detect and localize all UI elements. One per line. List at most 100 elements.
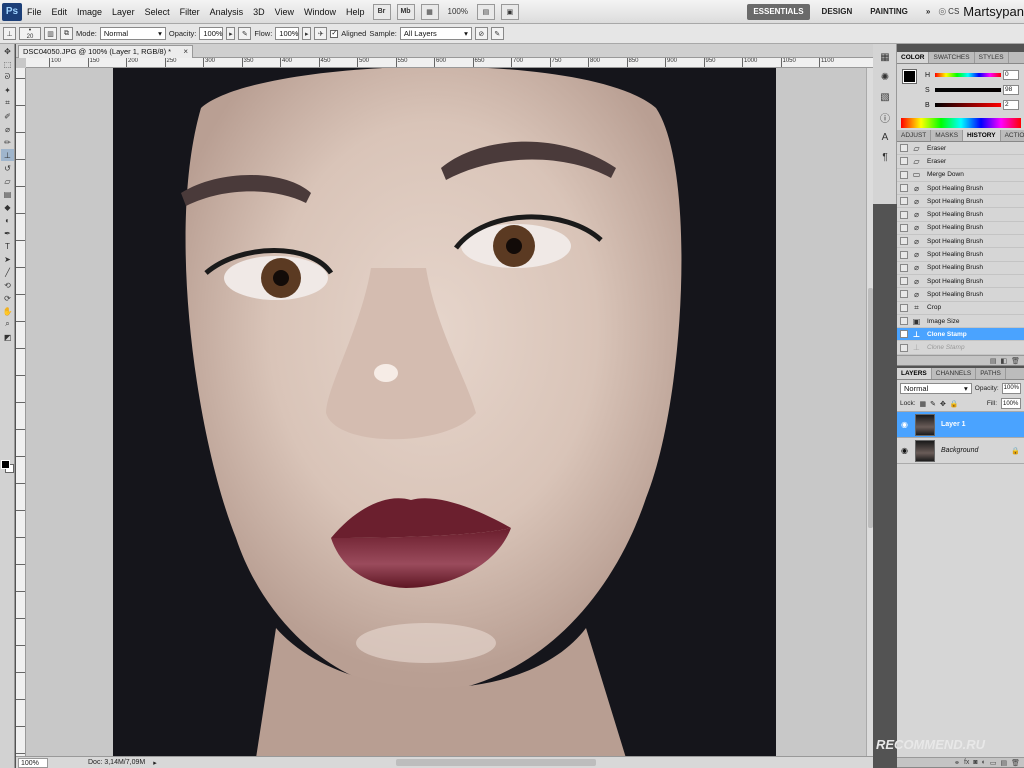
view-extras-button[interactable]: ▦: [420, 3, 439, 20]
foreground-color-swatch[interactable]: [1, 460, 10, 469]
menu-edit[interactable]: Edit: [47, 0, 73, 24]
link-layers-icon[interactable]: ⚭: [954, 759, 960, 767]
tool-history-brush[interactable]: ↺: [1, 162, 14, 174]
tool-eraser[interactable]: ▱: [1, 175, 14, 187]
history-source-checkbox[interactable]: [900, 144, 908, 153]
menu-select[interactable]: Select: [140, 0, 175, 24]
tab-color[interactable]: COLOR: [897, 52, 930, 63]
history-item-undone[interactable]: ⊥ Clone Stamp: [897, 341, 1024, 355]
history-item[interactable]: ⌀ Spot Healing Brush: [897, 275, 1024, 289]
menu-3d[interactable]: 3D: [248, 0, 270, 24]
tab-adjustments[interactable]: ADJUST: [897, 130, 932, 141]
menu-view[interactable]: View: [270, 0, 299, 24]
tool-type[interactable]: T: [1, 240, 14, 252]
opacity-slider-button[interactable]: ▸: [226, 27, 236, 40]
menu-layer[interactable]: Layer: [107, 0, 140, 24]
airbrush-button[interactable]: ✈: [314, 27, 328, 40]
history-item[interactable]: ▱ Eraser: [897, 155, 1024, 169]
eye-icon[interactable]: ◉: [901, 420, 911, 429]
cs-live-icon[interactable]: ◎: [938, 6, 946, 17]
menu-analysis[interactable]: Analysis: [205, 0, 249, 24]
tool-marquee[interactable]: ⬚: [1, 58, 14, 70]
history-source-checkbox[interactable]: [900, 263, 908, 272]
layer-row-background[interactable]: ◉ Background 🔒: [897, 438, 1024, 464]
history-source-checkbox[interactable]: [900, 197, 908, 206]
history-item-selected[interactable]: ⊥ Clone Stamp: [897, 328, 1024, 342]
tab-paths[interactable]: PATHS: [976, 368, 1006, 379]
tool-hand[interactable]: ✋: [1, 305, 14, 317]
status-menu-arrow-icon[interactable]: ▸: [153, 759, 157, 767]
new-snapshot-icon[interactable]: ◧: [1000, 357, 1007, 365]
history-item[interactable]: ▭ Merge Down: [897, 169, 1024, 182]
history-item[interactable]: ⌀ Spot Healing Brush: [897, 235, 1024, 249]
photo-canvas[interactable]: [26, 68, 866, 758]
history-source-checkbox[interactable]: [900, 250, 908, 259]
info-panel-button[interactable]: ⓘ: [877, 110, 893, 125]
lock-all-icon[interactable]: 🔒: [950, 400, 959, 408]
launch-bridge-button[interactable]: Br: [372, 3, 391, 20]
color-fg-swatch[interactable]: [902, 69, 917, 84]
add-mask-icon[interactable]: ◙: [973, 759, 977, 766]
history-source-checkbox[interactable]: [900, 303, 908, 312]
horizontal-scroll-thumb[interactable]: [396, 759, 596, 766]
clone-source-panel-button[interactable]: ▧: [877, 90, 893, 104]
mode-select[interactable]: Normal ▾: [99, 27, 166, 40]
canvas-area[interactable]: [26, 68, 866, 758]
tool-shape[interactable]: ╱: [1, 266, 14, 278]
new-layer-icon[interactable]: ▤: [1000, 759, 1007, 767]
history-item[interactable]: ⌀ Spot Healing Brush: [897, 262, 1024, 275]
history-source-checkbox[interactable]: [900, 157, 908, 166]
history-source-checkbox[interactable]: [900, 184, 908, 193]
history-source-checkbox[interactable]: [900, 277, 908, 286]
tool-quick-select[interactable]: ✦: [1, 84, 14, 96]
history-source-checkbox[interactable]: [900, 290, 908, 299]
flow-slider-button[interactable]: ▸: [302, 27, 312, 40]
blend-mode-select[interactable]: Normal ▾: [900, 382, 972, 394]
tab-masks[interactable]: MASKS: [931, 130, 964, 141]
history-item[interactable]: ⌀ Spot Healing Brush: [897, 248, 1024, 262]
pressure-opacity-button[interactable]: ✎: [238, 27, 252, 40]
brush-panel-button[interactable]: ✺: [877, 70, 893, 84]
history-source-checkbox[interactable]: [900, 330, 908, 339]
paragraph-panel-button[interactable]: ¶: [877, 150, 893, 164]
tab-channels[interactable]: CHANNELS: [932, 368, 977, 379]
menu-file[interactable]: File: [22, 0, 47, 24]
mini-bridge-panel-button[interactable]: ▦: [877, 50, 893, 64]
zoom-level[interactable]: 100%: [448, 7, 468, 16]
lock-position-icon[interactable]: ✥: [940, 400, 946, 408]
hue-value[interactable]: 0: [1003, 70, 1019, 80]
delete-layer-icon[interactable]: 🗑: [1011, 759, 1020, 767]
color-spectrum-ramp[interactable]: [901, 118, 1021, 128]
vertical-scrollbar[interactable]: [866, 68, 873, 758]
brush-preset-picker[interactable]: • 20: [19, 27, 41, 40]
saturation-slider[interactable]: [935, 88, 1001, 92]
new-group-icon[interactable]: ▭: [990, 759, 997, 767]
toggle-brush-panel-button[interactable]: ▥: [44, 27, 57, 40]
tool-gradient[interactable]: ▤: [1, 188, 14, 200]
tool-dodge[interactable]: ◐: [1, 214, 14, 226]
history-item[interactable]: ▣ Image Size: [897, 315, 1024, 329]
flow-input[interactable]: 100%: [275, 27, 300, 40]
tool-spot-healing[interactable]: ⌀: [1, 123, 14, 135]
history-item[interactable]: ⌀ Spot Healing Brush: [897, 222, 1024, 236]
tool-pen[interactable]: ✒: [1, 227, 14, 239]
tab-actions[interactable]: ACTION: [1001, 130, 1024, 141]
workspace-essentials[interactable]: ESSENTIALS: [747, 3, 810, 20]
tool-clone-stamp[interactable]: ⊥: [1, 149, 14, 161]
mini-bridge-button[interactable]: Mb: [396, 3, 415, 20]
history-item[interactable]: ⌀ Spot Healing Brush: [897, 182, 1024, 196]
layer-style-icon[interactable]: fx: [964, 759, 969, 766]
ignore-adjustment-layers-button[interactable]: ⊘: [474, 27, 488, 40]
tool-move[interactable]: ✥: [1, 45, 14, 57]
tool-3d-rotate[interactable]: ⟲: [1, 279, 14, 291]
menu-image[interactable]: Image: [72, 0, 107, 24]
character-panel-button[interactable]: A: [877, 130, 893, 144]
tool-preset-picker[interactable]: ⊥: [3, 27, 16, 40]
tab-styles[interactable]: STYLES: [975, 52, 1009, 63]
eye-icon[interactable]: ◉: [901, 446, 911, 455]
horizontal-ruler[interactable]: 100 150 200 250 300 350 400 450 500 550 600 650 700 7…: [26, 58, 873, 68]
tool-eyedropper[interactable]: ✐: [1, 110, 14, 122]
toggle-clone-source-button[interactable]: ⧉: [60, 27, 73, 40]
workspace-painting[interactable]: PAINTING: [864, 4, 914, 20]
tab-swatches[interactable]: SWATCHES: [929, 52, 975, 63]
